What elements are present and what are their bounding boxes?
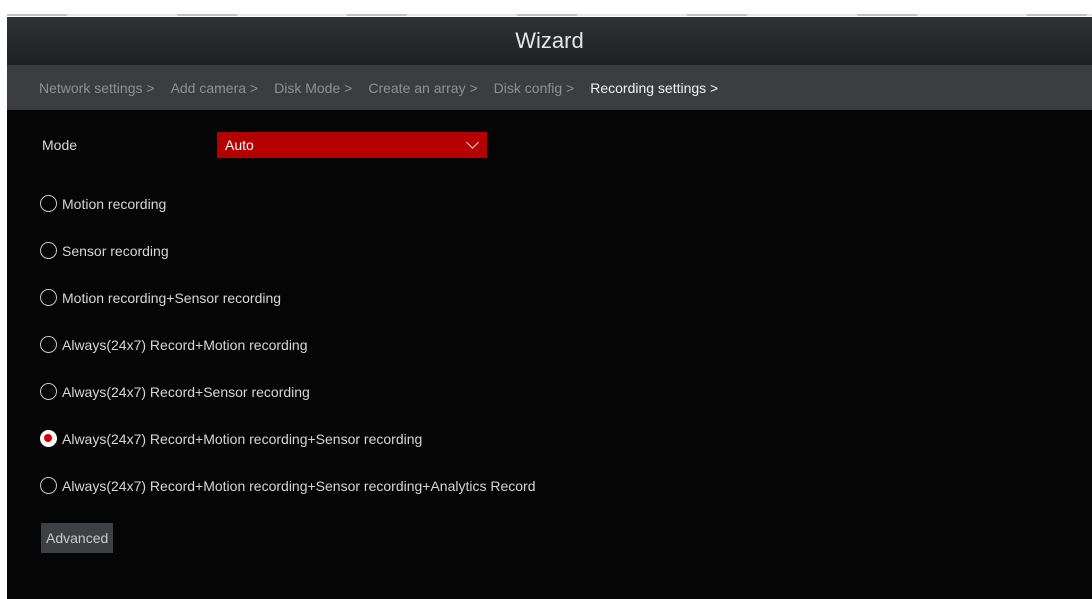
breadcrumb: Network settings > Add camera > Disk Mod… — [7, 65, 1092, 110]
radio-option-label: Sensor recording — [62, 242, 169, 259]
radio-button[interactable] — [40, 336, 57, 353]
mode-select-value: Auto — [225, 137, 254, 153]
radio-option-label: Always(24x7) Record+Sensor recording — [62, 383, 310, 400]
radio-option-label: Always(24x7) Record+Motion recording+Sen… — [62, 430, 423, 447]
chevron-down-icon — [466, 136, 479, 149]
radio-button[interactable] — [40, 195, 57, 212]
recording-options-list: Motion recording Sensor recording Motion… — [40, 180, 536, 509]
breadcrumb-step-disk-mode[interactable]: Disk Mode > — [274, 80, 352, 96]
radio-button[interactable] — [40, 477, 57, 494]
radio-option-label: Motion recording+Sensor recording — [62, 289, 282, 306]
radio-option-always-motion[interactable]: Always(24x7) Record+Motion recording — [40, 321, 536, 368]
radio-option-always-motion-sensor-analytics[interactable]: Always(24x7) Record+Motion recording+Sen… — [40, 462, 536, 509]
mode-select[interactable]: Auto — [217, 132, 487, 158]
window-title: Wizard — [515, 28, 584, 53]
breadcrumb-step-create-array[interactable]: Create an array > — [368, 80, 477, 96]
radio-option-motion-sensor-recording[interactable]: Motion recording+Sensor recording — [40, 274, 536, 321]
advanced-button[interactable]: Advanced — [41, 523, 114, 553]
breadcrumb-step-recording-settings[interactable]: Recording settings > — [590, 80, 718, 96]
radio-option-always-sensor[interactable]: Always(24x7) Record+Sensor recording — [40, 368, 536, 415]
radio-option-sensor-recording[interactable]: Sensor recording — [40, 227, 536, 274]
radio-button[interactable] — [40, 289, 57, 306]
title-bar: Wizard — [7, 17, 1092, 65]
radio-option-label: Always(24x7) Record+Motion recording — [62, 336, 308, 353]
radio-option-label: Motion recording — [62, 195, 167, 212]
radio-option-label: Always(24x7) Record+Motion recording+Sen… — [62, 477, 536, 494]
top-strip — [7, 0, 1092, 18]
radio-button[interactable] — [40, 430, 57, 447]
radio-option-always-motion-sensor[interactable]: Always(24x7) Record+Motion recording+Sen… — [40, 415, 536, 462]
wizard-window: Wizard Network settings > Add camera > D… — [7, 17, 1092, 599]
radio-button[interactable] — [40, 383, 57, 400]
breadcrumb-step-add-camera[interactable]: Add camera > — [171, 80, 259, 96]
breadcrumb-step-disk-config[interactable]: Disk config > — [494, 80, 575, 96]
breadcrumb-step-network-settings[interactable]: Network settings > — [39, 80, 155, 96]
radio-button[interactable] — [40, 242, 57, 259]
mode-label: Mode — [42, 137, 78, 153]
radio-option-motion-recording[interactable]: Motion recording — [40, 180, 536, 227]
mode-row: Mode Auto — [42, 132, 487, 158]
